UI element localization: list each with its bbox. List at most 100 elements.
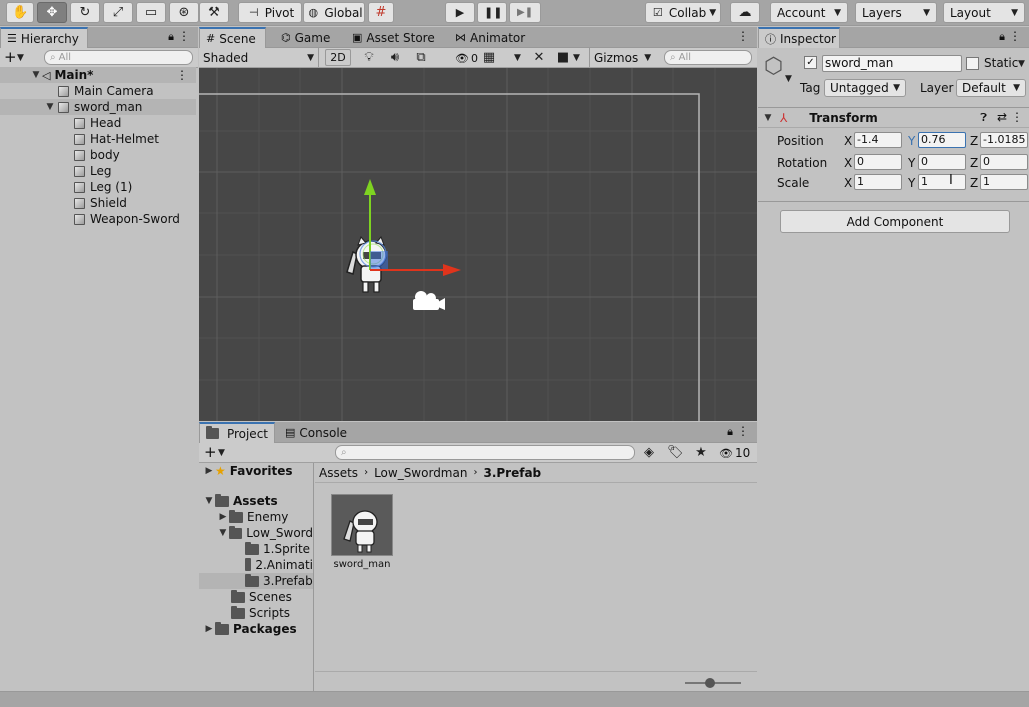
move-tool-button[interactable]: ✥ [37, 2, 67, 23]
pause-button[interactable]: ❚❚ [477, 2, 507, 23]
tree-item-scenes[interactable]: Scenes [231, 589, 313, 605]
tab-inspector[interactable]: ⓘ Inspector [758, 27, 840, 48]
camera-icon[interactable]: ■ [555, 50, 571, 66]
hierarchy-item-hat-helmet[interactable]: Hat-Helmet [0, 131, 196, 147]
move-gizmo[interactable] [359, 173, 489, 283]
audio-icon[interactable]: 🔊︎ [387, 50, 403, 66]
kebab-menu-icon[interactable]: ⋮ [1011, 110, 1023, 124]
scale-tool-button[interactable]: ⤢ [103, 2, 133, 23]
gizmos-dropdown[interactable]: Gizmos ▼ [589, 48, 651, 67]
global-toggle[interactable]: ◍ Global [303, 2, 365, 23]
scene-viewport[interactable] [199, 68, 757, 421]
chevron-down-icon[interactable]: ▼ [1018, 59, 1025, 69]
favorites-item[interactable]: ▶ ★ Favorites [203, 463, 313, 479]
account-dropdown[interactable]: Account ▼ [770, 2, 848, 23]
transform-tool-button[interactable]: ⊛ [169, 2, 199, 23]
kebab-menu-icon[interactable]: ⋮ [737, 424, 749, 438]
tab-asset-store[interactable]: ▣ Asset Store [346, 27, 441, 48]
kebab-menu-icon[interactable]: ⋮ [176, 68, 188, 82]
effects-icon[interactable]: ⧉ [413, 50, 429, 66]
chevron-down-icon[interactable]: ▼ [785, 74, 792, 84]
tree-item-low-swordman[interactable]: ▼ Low_Sword [217, 525, 313, 541]
layout-dropdown[interactable]: Layout ▼ [943, 2, 1025, 23]
chevron-down-icon[interactable]: ▼ [218, 448, 225, 458]
2d-mode-toggle[interactable]: 2D [325, 49, 351, 66]
hierarchy-item-leg-1[interactable]: Leg (1) [0, 179, 196, 195]
transform-header[interactable]: ▼ ⅄ Transform ❓︎ ⇄ ⋮ [758, 108, 1029, 128]
rect-tool-button[interactable]: ▭ [136, 2, 166, 23]
presets-icon[interactable]: ⇄ [997, 110, 1007, 124]
tree-item-animation[interactable]: 2.Animati [245, 557, 313, 573]
tree-item-sprite[interactable]: 1.Sprite [245, 541, 313, 557]
position-z-field[interactable]: -1.0185 [980, 132, 1028, 148]
expand-arrow-icon[interactable]: ▶ [217, 512, 229, 522]
breadcrumb-assets[interactable]: Assets [319, 466, 358, 480]
filter-by-type-icon[interactable]: ◈ [641, 445, 657, 461]
pivot-toggle[interactable]: ⊣ Pivot [238, 2, 302, 23]
chevron-down-icon[interactable]: ▼ [573, 53, 580, 63]
filter-by-label-icon[interactable]: 🏷︎ [667, 445, 684, 461]
kebab-menu-icon[interactable]: ⋮ [1009, 29, 1021, 43]
help-icon[interactable]: ❓︎ [980, 111, 987, 125]
expand-arrow-icon[interactable]: ▶ [203, 466, 215, 476]
rotate-tool-button[interactable]: ↻ [70, 2, 100, 23]
hierarchy-item-weapon-sword[interactable]: Weapon-Sword [0, 211, 196, 227]
collab-dropdown[interactable]: ☑ Collab ▼ [645, 2, 721, 23]
active-checkbox[interactable]: ✓ [804, 56, 817, 69]
chevron-down-icon[interactable]: ▼ [17, 53, 24, 63]
lock-icon[interactable]: 🔒︎ [999, 30, 1005, 44]
add-icon[interactable]: + [4, 48, 17, 66]
hidden-packages-toggle[interactable]: 👁︎ 10 [719, 445, 750, 461]
chevron-down-icon[interactable]: ▼ [514, 53, 521, 63]
position-x-field[interactable]: -1.4 [854, 132, 902, 148]
rotation-y-field[interactable]: 0 [918, 154, 966, 170]
asset-label[interactable]: sword_man [319, 559, 405, 570]
expand-arrow-icon[interactable]: ▶ [203, 624, 215, 634]
hierarchy-item-shield[interactable]: Shield [0, 195, 196, 211]
expand-arrow-icon[interactable]: ▼ [762, 113, 774, 123]
asset-thumbnail-sword-man[interactable] [331, 494, 393, 556]
hierarchy-item-main-camera[interactable]: Main Camera [0, 83, 196, 99]
hierarchy-item-head[interactable]: Head [0, 115, 196, 131]
scale-y-field[interactable]: 1 [918, 174, 966, 190]
cloud-button[interactable]: ☁ [730, 2, 760, 23]
breadcrumb-prefab[interactable]: 3.Prefab [483, 466, 541, 480]
kebab-menu-icon[interactable]: ⋮ [178, 29, 190, 43]
tree-item-prefab[interactable]: 3.Prefab [199, 573, 313, 589]
layer-dropdown[interactable]: Default ▼ [956, 79, 1026, 97]
zoom-slider-track[interactable] [685, 678, 741, 688]
lighting-icon[interactable]: 💡︎ [361, 50, 377, 66]
tab-scene[interactable]: # Scene [199, 27, 266, 48]
tree-item-assets[interactable]: ▼ Assets [203, 493, 313, 509]
lock-icon[interactable]: 🔒︎ [168, 30, 174, 44]
tree-item-scripts[interactable]: Scripts [231, 605, 313, 621]
tab-hierarchy[interactable]: ☰ Hierarchy [0, 27, 88, 48]
add-icon[interactable]: + [204, 443, 217, 461]
kebab-menu-icon[interactable]: ⋮ [737, 29, 749, 43]
play-button[interactable]: ▶ [445, 2, 475, 23]
tree-item-enemy[interactable]: ▶ Enemy [217, 509, 313, 525]
breadcrumb-low-swordman[interactable]: Low_Swordman [374, 466, 467, 480]
tag-dropdown[interactable]: Untagged ▼ [824, 79, 906, 97]
gameobject-cube-icon[interactable]: ⬡ [764, 54, 783, 79]
zoom-slider-thumb[interactable] [705, 678, 716, 688]
scale-z-field[interactable]: 1 [980, 174, 1028, 190]
expand-arrow-icon[interactable]: ▼ [30, 70, 42, 80]
tree-item-packages[interactable]: ▶ Packages [203, 621, 313, 637]
static-checkbox[interactable] [966, 57, 979, 70]
scale-x-field[interactable]: 1 [854, 174, 902, 190]
tab-project[interactable]: Project [199, 422, 275, 443]
hidden-objects-toggle[interactable]: 👁︎ 0 [455, 50, 478, 66]
step-button[interactable]: ▶❚ [509, 2, 541, 23]
hand-tool-button[interactable]: ✋ [6, 2, 34, 23]
expand-arrow-icon[interactable]: ▼ [203, 496, 215, 506]
tab-console[interactable]: ▤ Console [279, 422, 353, 443]
favorite-star-icon[interactable]: ★ [693, 445, 709, 461]
add-component-button[interactable]: Add Component [780, 210, 1010, 233]
project-search-input[interactable]: ⌕ [335, 445, 635, 460]
tab-animator[interactable]: ⋈ Animator [449, 27, 531, 48]
lock-icon[interactable]: 🔒︎ [727, 425, 733, 439]
scene-search-input[interactable]: ⌕ All [664, 50, 752, 65]
hierarchy-item-leg[interactable]: Leg [0, 163, 196, 179]
scene-root-row[interactable]: ▼ ◁ Main* ⋮ [0, 67, 196, 83]
